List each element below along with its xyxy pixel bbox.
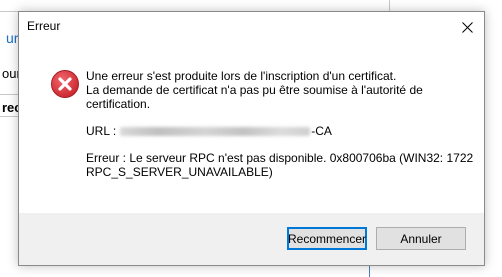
dialog-message-area: Une erreur s'est produite lors de l'insc… — [86, 69, 474, 179]
error-detail-line: Erreur : Le serveur RPC n'est pas dispon… — [86, 151, 474, 165]
close-icon — [461, 21, 473, 33]
dialog-footer: Recommencer Annuler — [19, 213, 484, 265]
dialog-title: Erreur — [27, 19, 61, 33]
url-row: URL : -CA — [86, 124, 471, 138]
retry-button[interactable]: Recommencer — [287, 227, 367, 250]
error-message-line: certification. — [86, 97, 151, 111]
error-detail-line: RPC_S_SERVER_UNAVAILABLE) — [86, 165, 273, 179]
error-dialog: Erreur Une erreur s'est produite lors de… — [18, 11, 485, 266]
bg-divider — [0, 116, 20, 117]
bg-divider — [389, 0, 390, 11]
dialog-titlebar[interactable]: Erreur — [19, 12, 484, 42]
bg-text-fragment: our — [2, 66, 19, 81]
url-suffix: -CA — [311, 124, 332, 138]
error-message-line: Une erreur s'est produite lors de l'insc… — [86, 69, 397, 83]
cancel-button[interactable]: Annuler — [376, 227, 466, 250]
redacted-url — [120, 126, 311, 136]
close-button[interactable] — [450, 12, 484, 42]
bg-text-fragment: rec — [2, 100, 19, 115]
error-icon — [51, 70, 79, 98]
error-detail: Erreur : Le serveur RPC n'est pas dispon… — [86, 151, 474, 179]
bg-divider — [0, 94, 20, 95]
url-label: URL : — [86, 124, 117, 138]
error-message-line: La demande de certificat n'a pas pu être… — [86, 83, 423, 97]
bg-scroll-edge — [369, 266, 370, 277]
